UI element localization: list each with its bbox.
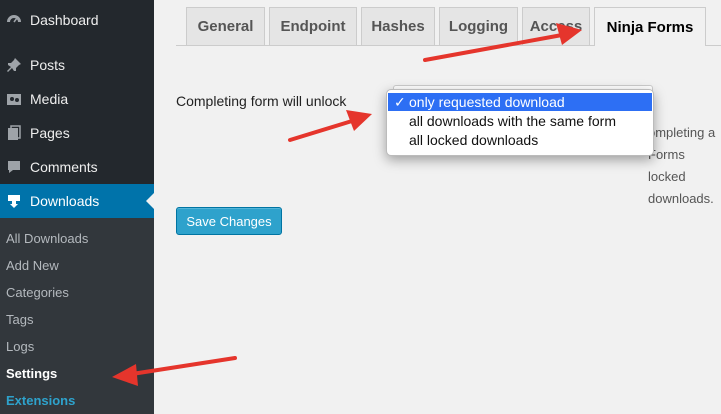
- admin-sidebar: Dashboard Posts Media Pages Comments Dow…: [0, 0, 154, 414]
- checkmark-icon: ✓: [394, 94, 406, 110]
- tab-hashes[interactable]: Hashes: [361, 7, 435, 45]
- option-only-requested[interactable]: ✓ only requested download: [388, 93, 652, 111]
- comments-icon: [6, 159, 22, 175]
- submenu-tags[interactable]: Tags: [6, 312, 33, 327]
- menu-downloads[interactable]: Downloads: [0, 184, 154, 218]
- menu-posts-label: Posts: [30, 57, 66, 73]
- media-icon: [6, 91, 22, 107]
- option-label: only requested download: [409, 94, 565, 110]
- tab-general[interactable]: General: [186, 7, 265, 45]
- submenu-logs[interactable]: Logs: [6, 339, 34, 354]
- menu-comments-label: Comments: [30, 159, 98, 175]
- tab-endpoint[interactable]: Endpoint: [269, 7, 357, 45]
- unlock-setting-label: Completing form will unlock: [176, 93, 347, 109]
- menu-posts[interactable]: Posts: [0, 48, 154, 82]
- menu-dashboard-label: Dashboard: [30, 12, 99, 28]
- submenu-categories[interactable]: Categories: [6, 285, 69, 300]
- submenu-settings[interactable]: Settings: [6, 366, 57, 381]
- option-label: all downloads with the same form: [409, 113, 616, 129]
- arrowhead-dropdown-icon: [346, 110, 372, 131]
- arrow-to-dropdown: [288, 119, 354, 142]
- download-icon: [6, 193, 22, 209]
- unlock-dropdown-list: ✓ only requested download all downloads …: [386, 89, 654, 156]
- option-all-locked[interactable]: all locked downloads: [388, 131, 652, 149]
- tab-access[interactable]: Access: [522, 7, 590, 45]
- tab-ninja-forms[interactable]: Ninja Forms: [594, 7, 706, 46]
- menu-media[interactable]: Media: [0, 82, 154, 116]
- submenu-add-new[interactable]: Add New: [6, 258, 59, 273]
- menu-dashboard[interactable]: Dashboard: [0, 3, 154, 37]
- menu-downloads-label: Downloads: [30, 193, 100, 209]
- save-changes-button[interactable]: Save Changes: [176, 207, 282, 235]
- submenu-all-downloads[interactable]: All Downloads: [6, 231, 88, 246]
- menu-pages-label: Pages: [30, 125, 70, 141]
- submenu-extensions[interactable]: Extensions: [6, 393, 75, 408]
- pages-icon: [6, 125, 22, 141]
- option-label: all locked downloads: [409, 132, 539, 148]
- menu-media-label: Media: [30, 91, 69, 107]
- menu-pages[interactable]: Pages: [0, 116, 154, 150]
- dashboard-icon: [6, 12, 22, 28]
- downloads-submenu: All Downloads Add New Categories Tags Lo…: [0, 218, 154, 414]
- pin-icon: [6, 57, 22, 73]
- option-all-same-form[interactable]: all downloads with the same form: [388, 112, 652, 130]
- menu-comments[interactable]: Comments: [0, 150, 154, 184]
- description-text: ompleting a Forms locked downloads.: [648, 125, 716, 206]
- tab-logging[interactable]: Logging: [439, 7, 518, 45]
